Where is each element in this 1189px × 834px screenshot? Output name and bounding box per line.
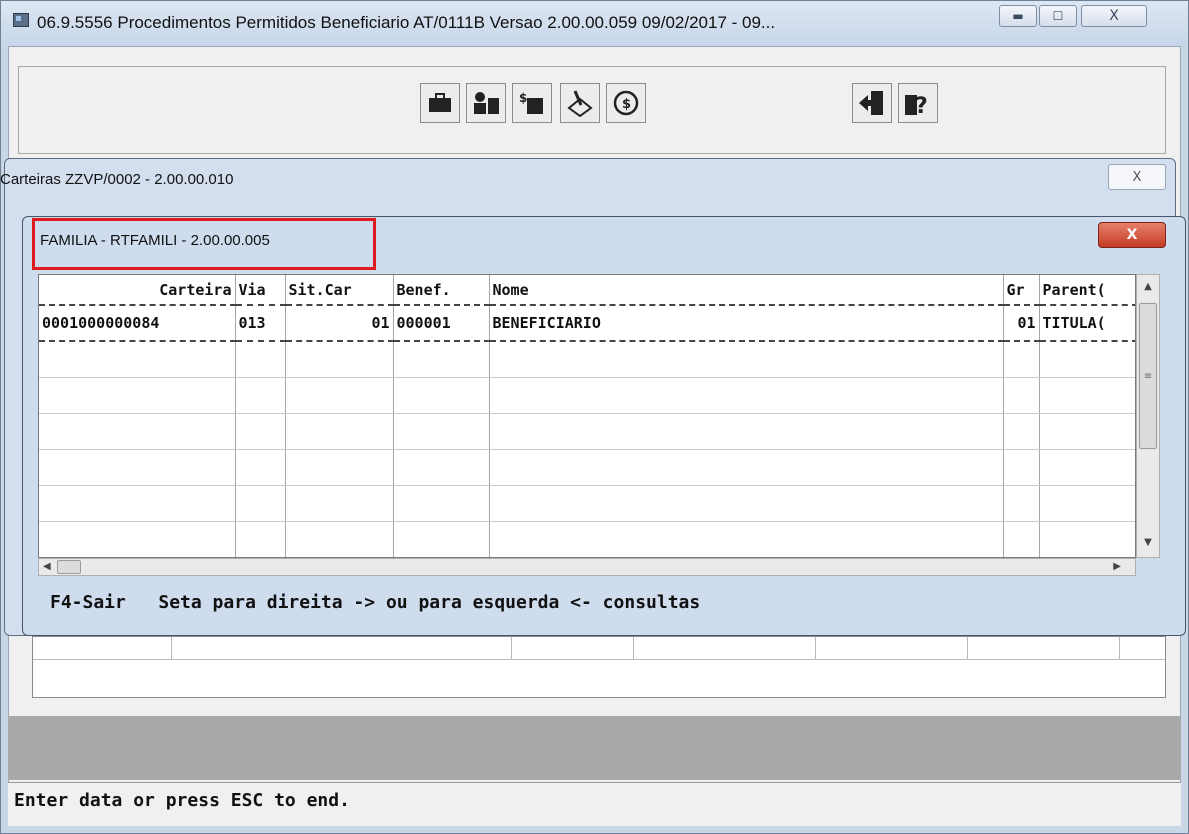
toolbar-money-button[interactable]: $ [512,83,552,123]
help-icon: ? [905,94,928,117]
horizontal-scrollbar[interactable]: ◀ ▶ [38,558,1136,576]
cell-via: 013 [235,304,286,342]
toolbar-briefcase-button[interactable] [420,83,460,123]
column-header-carteira[interactable]: Carteira [39,275,236,306]
familia-table: Carteira Via Sit.Car Benef. Nome Gr Pare… [39,275,1135,557]
familia-close-button[interactable]: X [1098,222,1166,248]
column-header-sit-car[interactable]: Sit.Car [285,275,394,306]
gray-band [8,716,1181,780]
table-row[interactable] [39,485,1135,522]
cell-carteira: 0001000000084 [39,304,236,342]
svg-text:?: ? [915,94,928,117]
table-row[interactable] [39,377,1135,414]
vertical-scrollbar[interactable]: ▲ ≡ ▼ [1136,274,1160,558]
close-icon: X [1126,227,1138,243]
app-icon [13,13,29,27]
toolbar-exit-button[interactable] [852,83,892,123]
main-window-close-button[interactable]: X [1081,5,1147,27]
table-row[interactable]: 0001000000084 013 01 000001 BENEFICIARIO… [39,304,1135,342]
pen-diamond-icon [567,90,593,117]
title-highlight-box [32,218,376,270]
briefcase-icon [429,93,451,112]
table-header-row: Carteira Via Sit.Car Benef. Nome Gr Pare… [39,275,1135,306]
toolbar-help-button[interactable]: ? [898,83,938,123]
scroll-up-icon[interactable]: ▲ [1137,277,1159,295]
column-header-nome[interactable]: Nome [489,275,1004,306]
minimize-icon: ▬ [1012,9,1024,23]
table-row[interactable] [39,449,1135,486]
vertical-scroll-thumb[interactable]: ≡ [1139,303,1157,449]
cell-parentesco: TITULA( [1039,304,1135,342]
familia-grid: Carteira Via Sit.Car Benef. Nome Gr Pare… [38,274,1136,558]
horizontal-scroll-thumb[interactable] [57,560,81,574]
svg-text:$: $ [519,91,527,105]
navigation-hint: F4-Sair Seta para direita -> ou para esq… [50,592,701,613]
table-row[interactable] [39,413,1135,450]
exit-door-icon [859,91,883,115]
close-icon: X [1132,169,1142,185]
cell-nome: BENEFICIARIO [489,304,1004,342]
scroll-down-icon[interactable]: ▼ [1137,533,1159,551]
refresh-icon: $ [613,90,639,116]
column-header-benef[interactable]: Benef. [393,275,490,306]
table-row[interactable] [39,521,1135,557]
minimize-button[interactable]: ▬ [999,5,1037,27]
person-card-icon [474,92,499,114]
close-icon: X [1109,8,1119,24]
main-window-titlebar: 06.9.5556 Procedimentos Permitidos Benef… [1,1,1188,47]
carteiras-dialog-title: Carteiras ZZVP/0002 - 2.00.00.010 [0,171,234,188]
underlying-grid [32,636,1166,698]
scroll-left-icon[interactable]: ◀ [43,559,51,575]
table-row[interactable] [39,341,1135,378]
status-message: Enter data or press ESC to end. [14,790,350,811]
toolbar-beneficiary-button[interactable] [466,83,506,123]
maximize-button[interactable]: ☐ [1039,5,1077,27]
scroll-right-icon[interactable]: ▶ [1113,559,1121,575]
cell-benef: 000001 [393,304,490,342]
toolbar-edit-button[interactable] [560,83,600,123]
column-header-parentesco[interactable]: Parent( [1039,275,1135,306]
cell-sit-car: 01 [285,304,394,342]
carteiras-close-button[interactable]: X [1108,164,1166,190]
column-header-via[interactable]: Via [235,275,286,306]
cell-gr: 01 [1003,304,1040,342]
main-window-title: 06.9.5556 Procedimentos Permitidos Benef… [37,13,776,32]
money-icon: $ [519,91,543,114]
toolbar-refresh-button[interactable]: $ [606,83,646,123]
column-header-gr[interactable]: Gr [1003,275,1040,306]
svg-text:$: $ [622,97,631,112]
maximize-icon: ☐ [1052,9,1064,23]
